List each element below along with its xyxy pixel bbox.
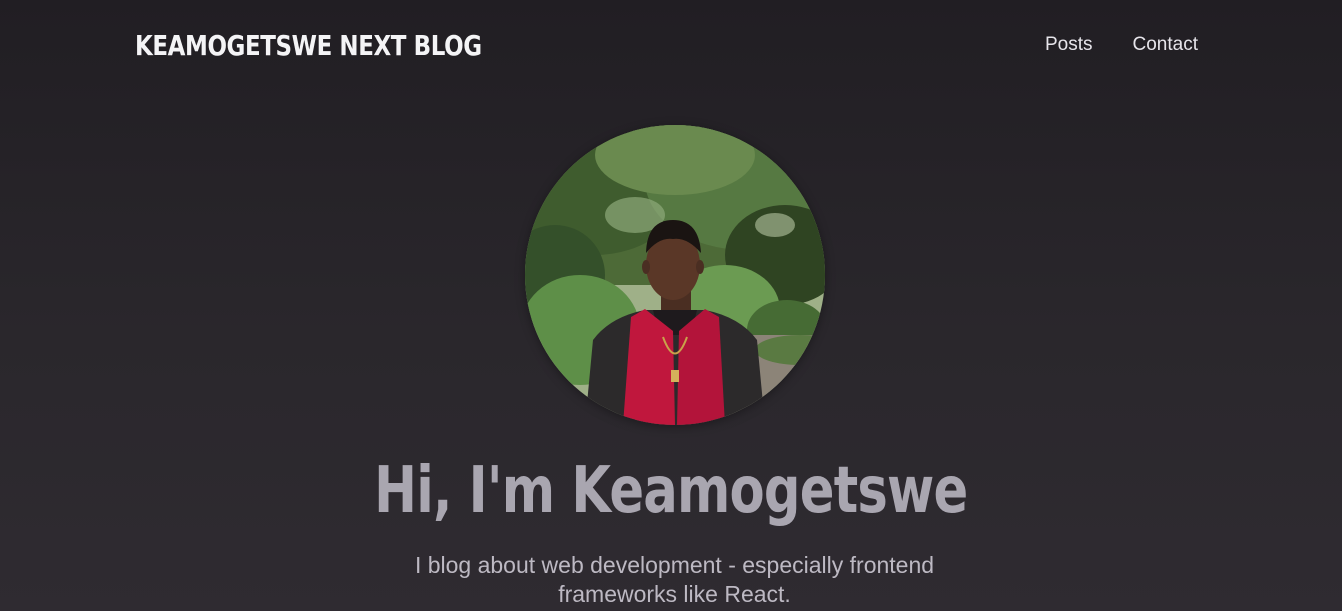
hero-section: Hi, I'm Keamogetswe I blog about web dev… [0, 0, 1342, 611]
hero-title: Hi, I'm Keamogetswe [0, 448, 1342, 534]
profile-photo [525, 125, 825, 425]
hero-title-text: Hi, I'm Keamogetswe [374, 454, 968, 528]
profile-avatar [525, 125, 825, 425]
hero-subtitle: I blog about web development - especiall… [414, 552, 935, 607]
